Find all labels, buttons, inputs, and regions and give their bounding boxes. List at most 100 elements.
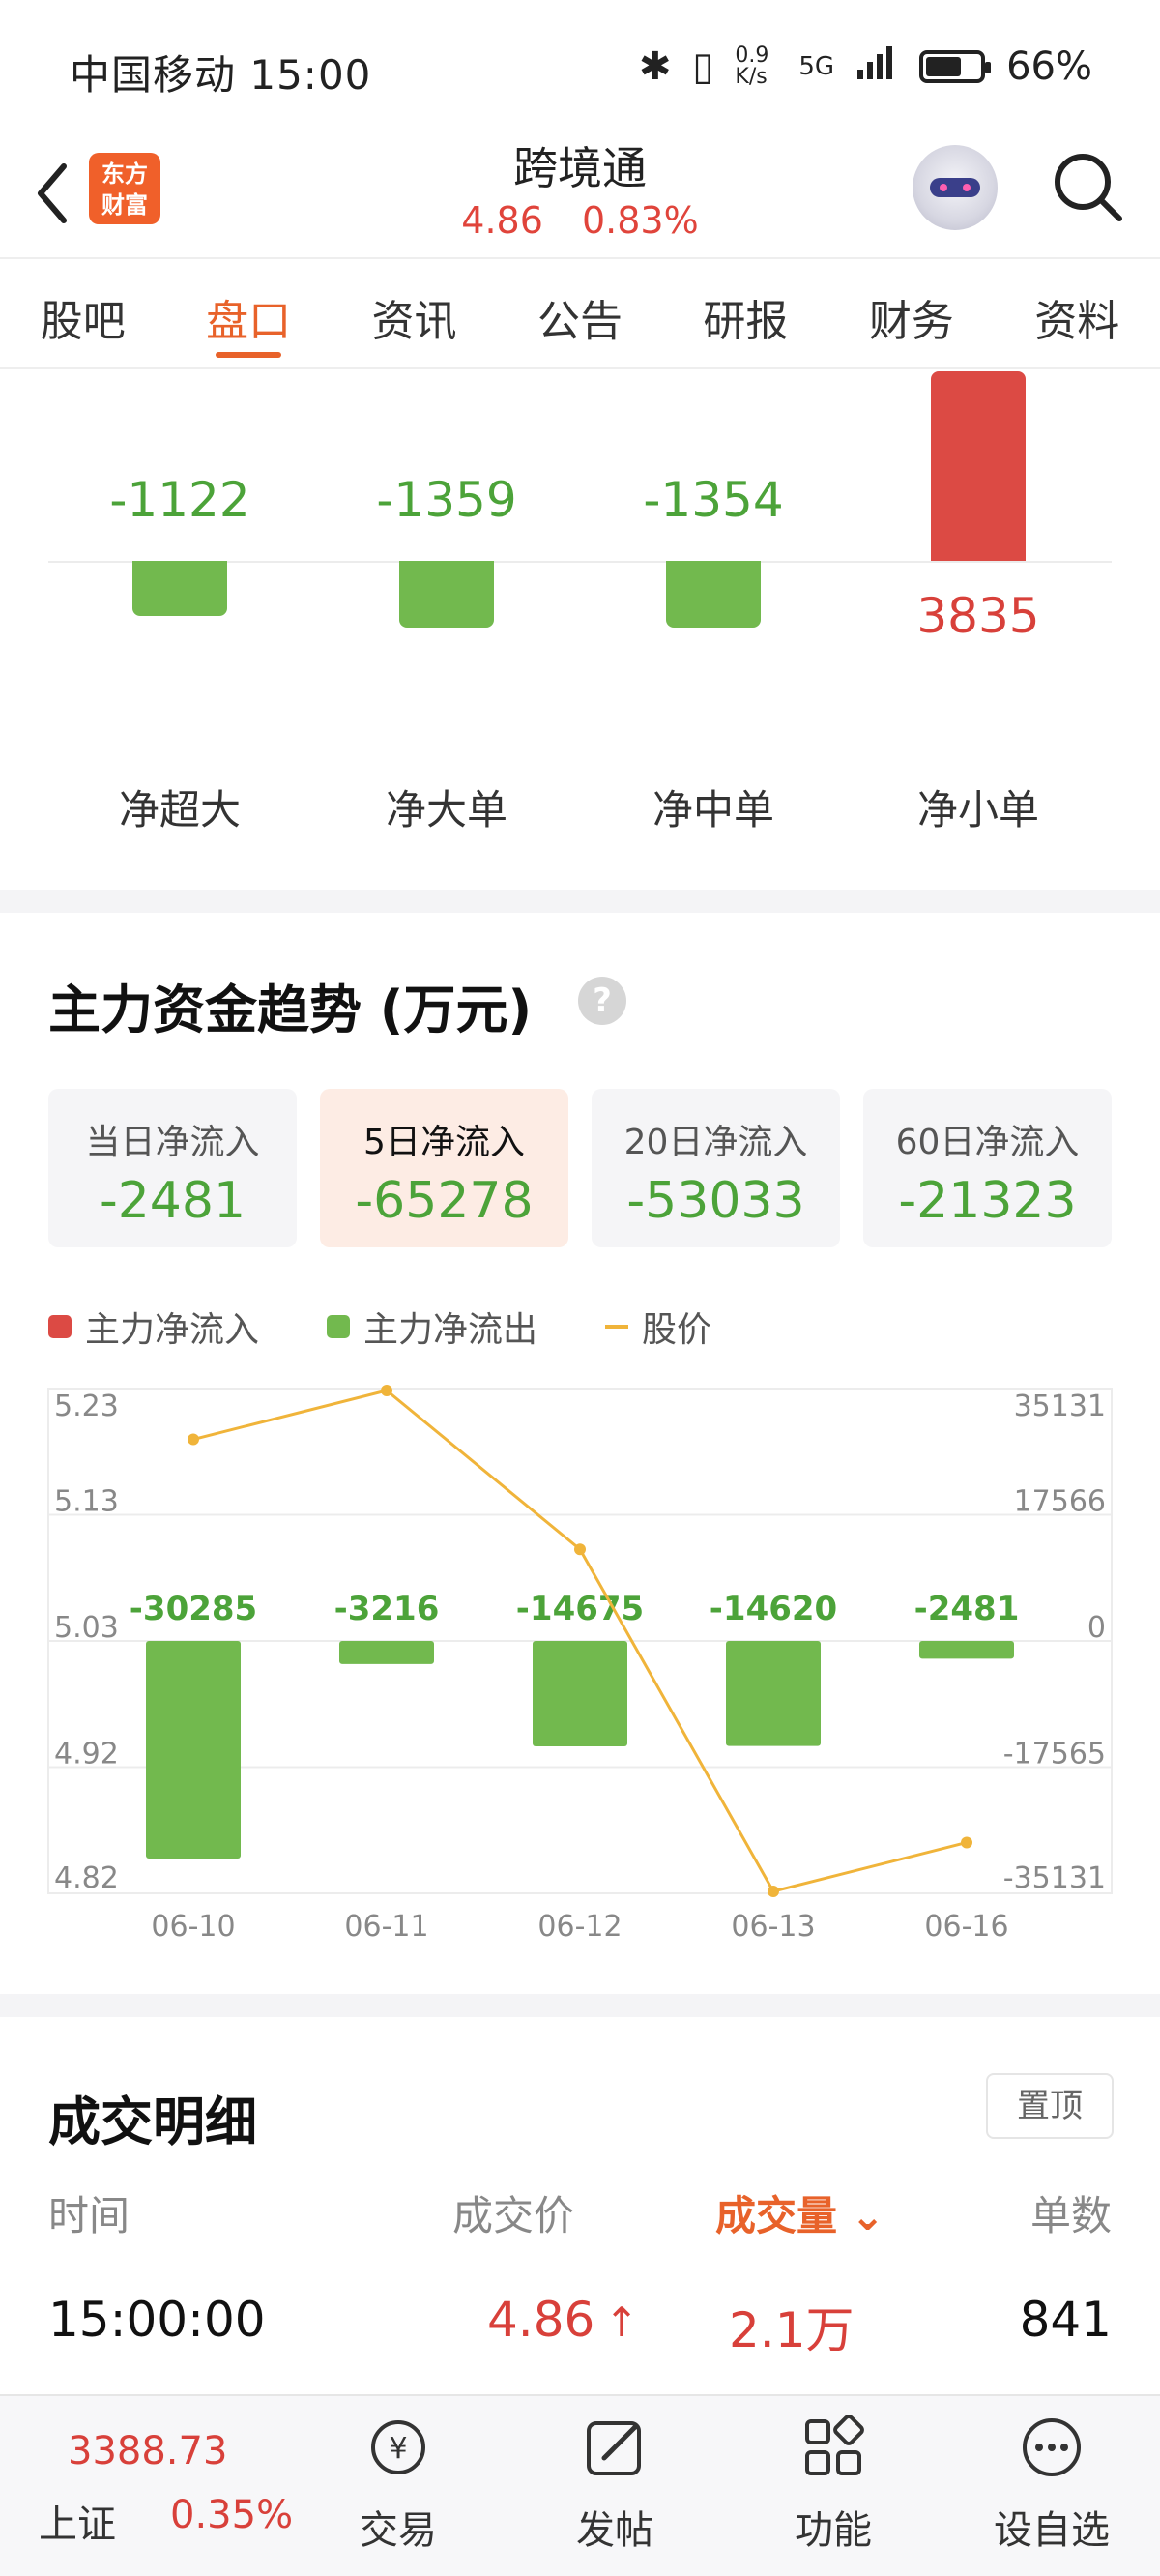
- post-button[interactable]: 发帖: [537, 2414, 692, 2555]
- net-flow-value: -1354: [643, 472, 784, 528]
- net-flow-bar: [132, 561, 227, 617]
- price-point: [768, 1886, 779, 1897]
- tab-research[interactable]: 研报: [663, 261, 828, 367]
- arrow-up-icon: ↑: [604, 2298, 639, 2346]
- y-right-tick: -35131: [1003, 1861, 1106, 1895]
- trade-detail-title: 成交明细: [48, 2092, 257, 2152]
- svg-text:¥: ¥: [389, 2432, 407, 2466]
- add-watchlist-button[interactable]: 设自选: [974, 2414, 1129, 2555]
- stock-price: 4.86: [461, 199, 543, 242]
- net-speed: 0.9 K/s: [735, 44, 769, 89]
- y-right-tick: 17566: [1014, 1485, 1106, 1519]
- tab-guba[interactable]: 股吧: [0, 261, 165, 367]
- y-left-tick: 5.03: [54, 1611, 119, 1645]
- col-count: 单数: [1030, 2192, 1112, 2239]
- row-count: 841: [1019, 2292, 1112, 2348]
- help-icon[interactable]: ?: [578, 977, 626, 1025]
- net-flow-label: 净大单: [385, 786, 508, 834]
- y-left-tick: 4.92: [54, 1738, 119, 1771]
- row-volume: 2.1万: [729, 2302, 855, 2358]
- row-time: 15:00:00: [48, 2292, 266, 2348]
- flow-bar: [533, 1641, 627, 1747]
- col-price: 成交价: [452, 2192, 575, 2239]
- bar-label: -2481: [914, 1590, 1020, 1628]
- stock-change-pct: 0.83%: [581, 199, 699, 242]
- price-point: [188, 1433, 199, 1446]
- y-right-tick: -17565: [1003, 1738, 1106, 1771]
- row-price: 4.86 ↑: [487, 2292, 639, 2348]
- card-value: -21323: [898, 1172, 1077, 1230]
- y-right-tick: 0: [1088, 1611, 1106, 1645]
- vibrate-icon: ▯: [692, 44, 714, 89]
- net-flow-bar: [931, 371, 1026, 561]
- y-right-tick: 35131: [1014, 1390, 1106, 1423]
- battery-icon: [919, 50, 992, 83]
- more-icon: [1023, 2418, 1081, 2476]
- net-flow-label: 净小单: [916, 786, 1039, 834]
- chevron-down-icon: ⌄: [851, 2192, 885, 2239]
- net-flow-value: 3835: [916, 588, 1040, 644]
- card-value: -53033: [626, 1172, 805, 1230]
- chart-legend: 主力净流入 主力净流出 股价: [48, 1302, 711, 1352]
- net-inflow-cards: 当日净流入 -2481 5日净流入 -65278 20日净流入 -53033 6…: [48, 1089, 1112, 1247]
- col-time: 时间: [48, 2192, 130, 2239]
- net-flow-label: 净中单: [652, 786, 774, 834]
- card-label: 当日净流入: [85, 1123, 260, 1162]
- tab-pankou[interactable]: 盘口: [165, 261, 331, 367]
- pin-top-button[interactable]: 置顶: [986, 2073, 1114, 2139]
- section-divider: [0, 1994, 1160, 2017]
- trade-button[interactable]: ¥ 交易: [321, 2414, 476, 2555]
- signal-icon: [856, 43, 898, 91]
- index-name: 上证: [39, 2503, 116, 2547]
- grid-icon: [805, 2415, 864, 2475]
- legend-inflow: 主力净流入: [48, 1302, 259, 1352]
- trade-icon: ¥: [371, 2420, 425, 2474]
- legend-outflow: 主力净流出: [327, 1302, 537, 1352]
- table-row: 15:00:00 4.86 ↑ 2.1万 841: [48, 2292, 1112, 2359]
- y-left-tick: 5.13: [54, 1485, 119, 1519]
- edit-icon: [587, 2421, 641, 2475]
- title-bar: 东方 财富 跨境通 4.86 0.83%: [0, 135, 1160, 259]
- x-tick: 06-11: [344, 1910, 428, 1944]
- x-tick: 06-16: [924, 1910, 1008, 1944]
- x-tick: 06-12: [537, 1910, 622, 1944]
- functions-button[interactable]: 功能: [756, 2414, 911, 2555]
- card-label: 60日净流入: [895, 1123, 1080, 1162]
- net-flow-bar: [666, 561, 761, 629]
- col-volume-sort[interactable]: 成交量 ⌄: [715, 2183, 884, 2242]
- card-60day[interactable]: 60日净流入 -21323: [863, 1089, 1112, 1247]
- tab-news[interactable]: 资讯: [332, 261, 497, 367]
- flow-bar: [339, 1641, 434, 1664]
- flow-bar: [919, 1641, 1014, 1659]
- tab-profile[interactable]: 资料: [995, 261, 1160, 367]
- price-point: [574, 1543, 586, 1556]
- search-icon[interactable]: [1050, 149, 1127, 226]
- y-left-tick: 5.23: [54, 1390, 119, 1423]
- card-label: 5日净流入: [363, 1123, 525, 1162]
- bar-label: -3216: [334, 1590, 440, 1628]
- network-type: 5G: [798, 52, 835, 81]
- net-flow-label: 净超大: [118, 786, 241, 834]
- tab-announcements[interactable]: 公告: [497, 261, 662, 367]
- y-left-tick: 4.82: [54, 1861, 119, 1895]
- net-flow-panel: -1122 净超大 -1359 净大单 -1354 净中单 3835 净小单: [0, 371, 1160, 890]
- card-20day[interactable]: 20日净流入 -53033: [592, 1089, 840, 1247]
- net-flow-bar: [399, 561, 494, 629]
- card-5day[interactable]: 5日净流入 -65278: [320, 1089, 568, 1247]
- trend-title: 主力资金趋势 (万元): [48, 980, 533, 1040]
- assistant-avatar[interactable]: [913, 145, 998, 230]
- tab-finance[interactable]: 财务: [828, 261, 994, 367]
- card-today[interactable]: 当日净流入 -2481: [48, 1089, 297, 1247]
- main-force-trend-chart: 5.23 5.13 5.03 4.92 4.82 35131 17566 0 -17565 -35…: [47, 1385, 1113, 1944]
- tab-bar: 股吧 盘口 资讯 公告 研报 财务 资料: [0, 261, 1160, 369]
- bar-label: -30285: [130, 1590, 257, 1628]
- index-value: 3388.73: [68, 2429, 228, 2474]
- section-divider: [0, 890, 1160, 913]
- net-flow-value: -1359: [376, 472, 517, 528]
- legend-price: 股价: [605, 1302, 711, 1352]
- net-flow-value: -1122: [109, 472, 250, 528]
- x-tick: 06-13: [731, 1910, 815, 1944]
- trade-table-header: 时间 成交价 成交量 ⌄ 单数: [48, 2183, 1112, 2241]
- status-bar: 中国移动 15:00 ✱ ▯ 0.9 K/s 5G 66%: [0, 0, 1160, 135]
- index-pct: 0.35%: [170, 2493, 294, 2537]
